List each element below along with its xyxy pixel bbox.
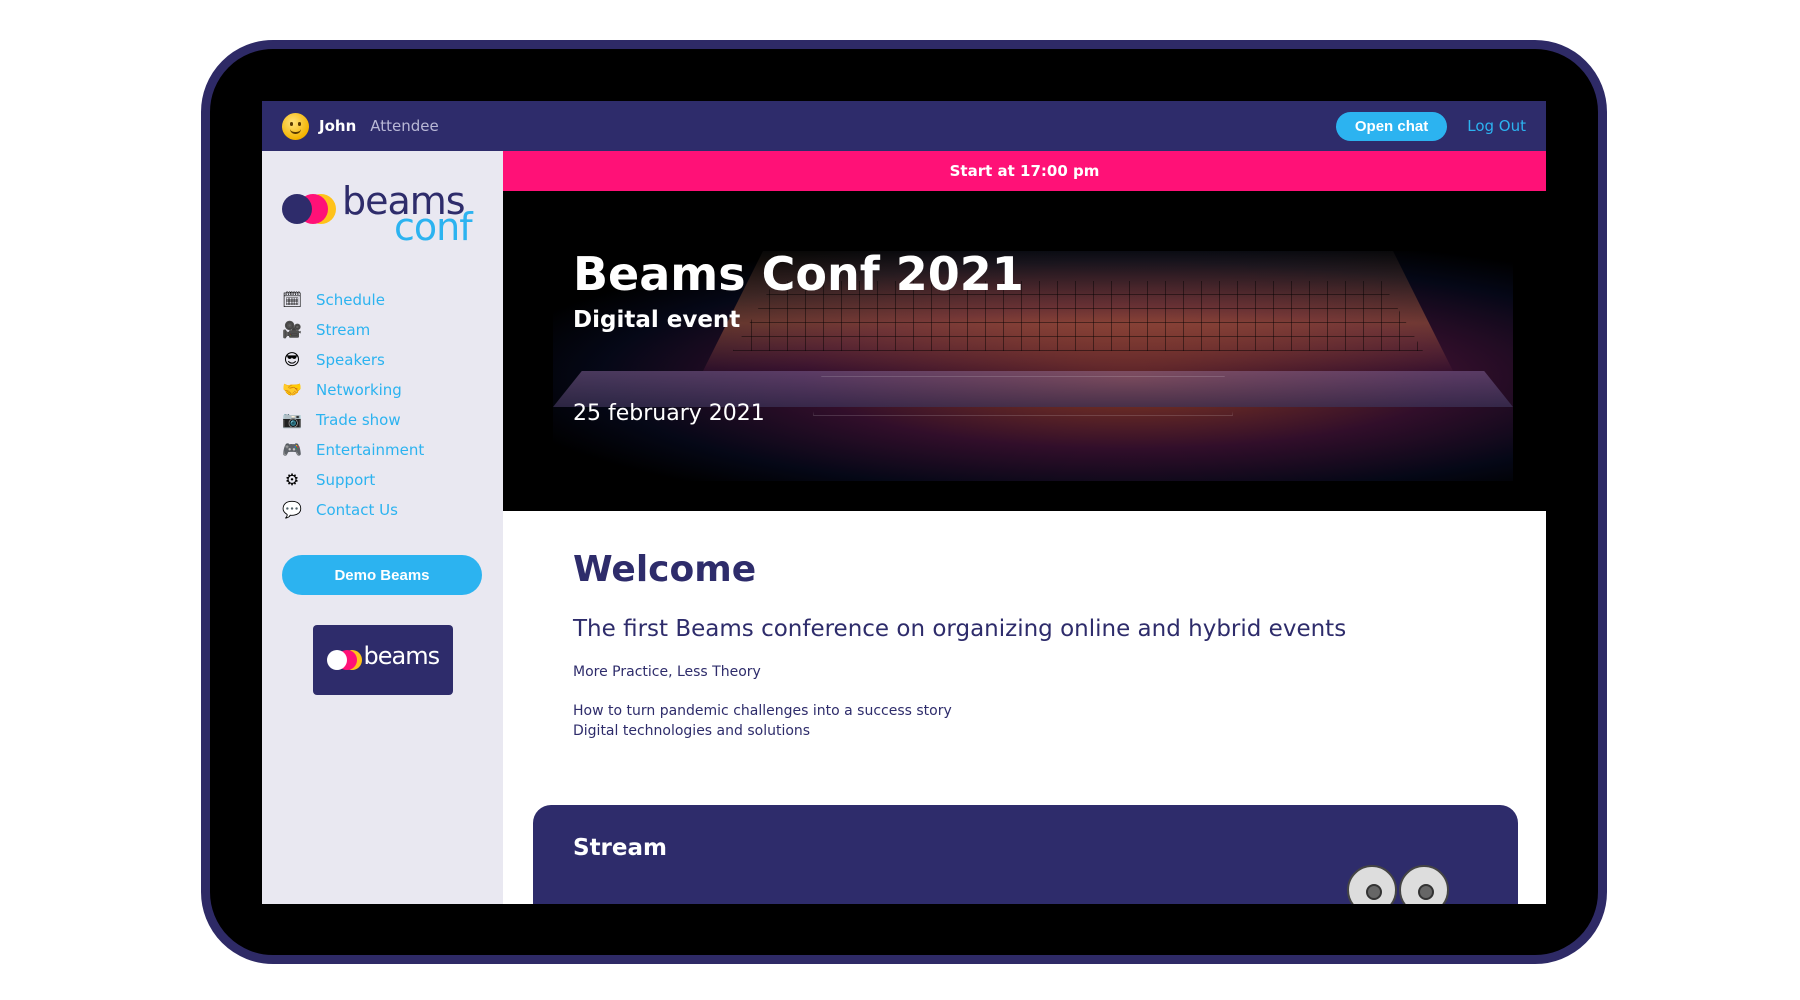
sidebar-item-label: Stream <box>316 321 371 339</box>
sidebar-item-label: Entertainment <box>316 441 425 459</box>
welcome-text-line: How to turn pandemic challenges into a s… <box>573 703 952 719</box>
sidebar-nav: 🗓 Schedule 🎥 Stream 😎 Speakers 🤝 Network… <box>282 285 483 525</box>
film-camera-icon <box>1347 865 1451 904</box>
top-bar: John Attendee Open chat Log Out <box>262 101 1546 151</box>
sunglasses-face-icon: 😎 <box>283 350 301 369</box>
sidebar-item-trade-show[interactable]: 📷 Trade show <box>282 405 483 435</box>
sidebar-item-label: Schedule <box>316 291 385 309</box>
welcome-text-2: How to turn pandemic challenges into a s… <box>573 701 1476 741</box>
sidebar-item-contact-us[interactable]: 💬 Contact Us <box>282 495 483 525</box>
gear-icon: ⚙ <box>284 470 300 489</box>
welcome-section: Welcome The first Beams conference on or… <box>503 511 1546 741</box>
welcome-text-1: More Practice, Less Theory <box>573 664 761 680</box>
sidebar-item-label: Contact Us <box>316 501 398 519</box>
sidebar-item-speakers[interactable]: 😎 Speakers <box>282 345 483 375</box>
camera-icon: 📷 <box>282 410 302 429</box>
handshake-icon: 🤝 <box>282 380 302 399</box>
open-chat-button[interactable]: Open chat <box>1335 111 1448 141</box>
sponsor-logo-text: beams <box>363 642 441 670</box>
welcome-heading: Welcome <box>573 549 757 590</box>
stream-card-title: Stream <box>573 835 667 861</box>
demo-beams-button[interactable]: Demo Beams <box>282 555 482 595</box>
beams-conf-logo[interactable]: beams conf <box>282 179 483 255</box>
stream-card[interactable]: Stream <box>533 805 1518 904</box>
device-frame: John Attendee Open chat Log Out beams co… <box>201 40 1607 964</box>
sidebar-item-stream[interactable]: 🎥 Stream <box>282 315 483 345</box>
user-role: Attendee <box>370 117 439 135</box>
sidebar-item-label: Speakers <box>316 351 385 369</box>
calendar-icon: 🗓 <box>282 290 303 309</box>
app-screen: John Attendee Open chat Log Out beams co… <box>262 101 1546 904</box>
event-title: Beams Conf 2021 <box>573 247 1024 301</box>
sidebar-item-support[interactable]: ⚙ Support <box>282 465 483 495</box>
event-date: 25 february 2021 <box>573 401 765 426</box>
start-time-banner: Start at 17:00 pm <box>503 151 1546 191</box>
user-avatar-smiley-icon[interactable] <box>282 112 309 140</box>
logo-word-conf: conf <box>394 205 473 249</box>
gamepad-icon: 🎮 <box>282 440 302 459</box>
banner-text: Start at 17:00 pm <box>949 162 1100 180</box>
sidebar-item-label: Support <box>316 471 376 489</box>
event-subtitle: Digital event <box>573 307 741 333</box>
sidebar-item-networking[interactable]: 🤝 Networking <box>282 375 483 405</box>
welcome-lead: The first Beams conference on organizing… <box>573 616 1347 642</box>
main-content: Start at 17:00 pm Beams Conf 2021 Digita… <box>503 151 1546 904</box>
sponsor-beams-logo[interactable]: beams <box>312 625 453 695</box>
sidebar-item-label: Networking <box>316 381 402 399</box>
speech-bubble-icon: 💬 <box>282 500 302 519</box>
user-name: John <box>319 117 357 135</box>
hero-section: Beams Conf 2021 Digital event 25 februar… <box>503 191 1546 511</box>
logout-link[interactable]: Log Out <box>1467 117 1526 135</box>
sidebar: beams conf 🗓 Schedule 🎥 Stream 😎 Speaker… <box>262 151 503 904</box>
sidebar-item-label: Trade show <box>316 411 401 429</box>
sidebar-item-schedule[interactable]: 🗓 Schedule <box>282 285 483 315</box>
video-camera-icon: 🎥 <box>282 320 302 339</box>
sidebar-item-entertainment[interactable]: 🎮 Entertainment <box>282 435 483 465</box>
welcome-text-line: Digital technologies and solutions <box>573 723 811 739</box>
